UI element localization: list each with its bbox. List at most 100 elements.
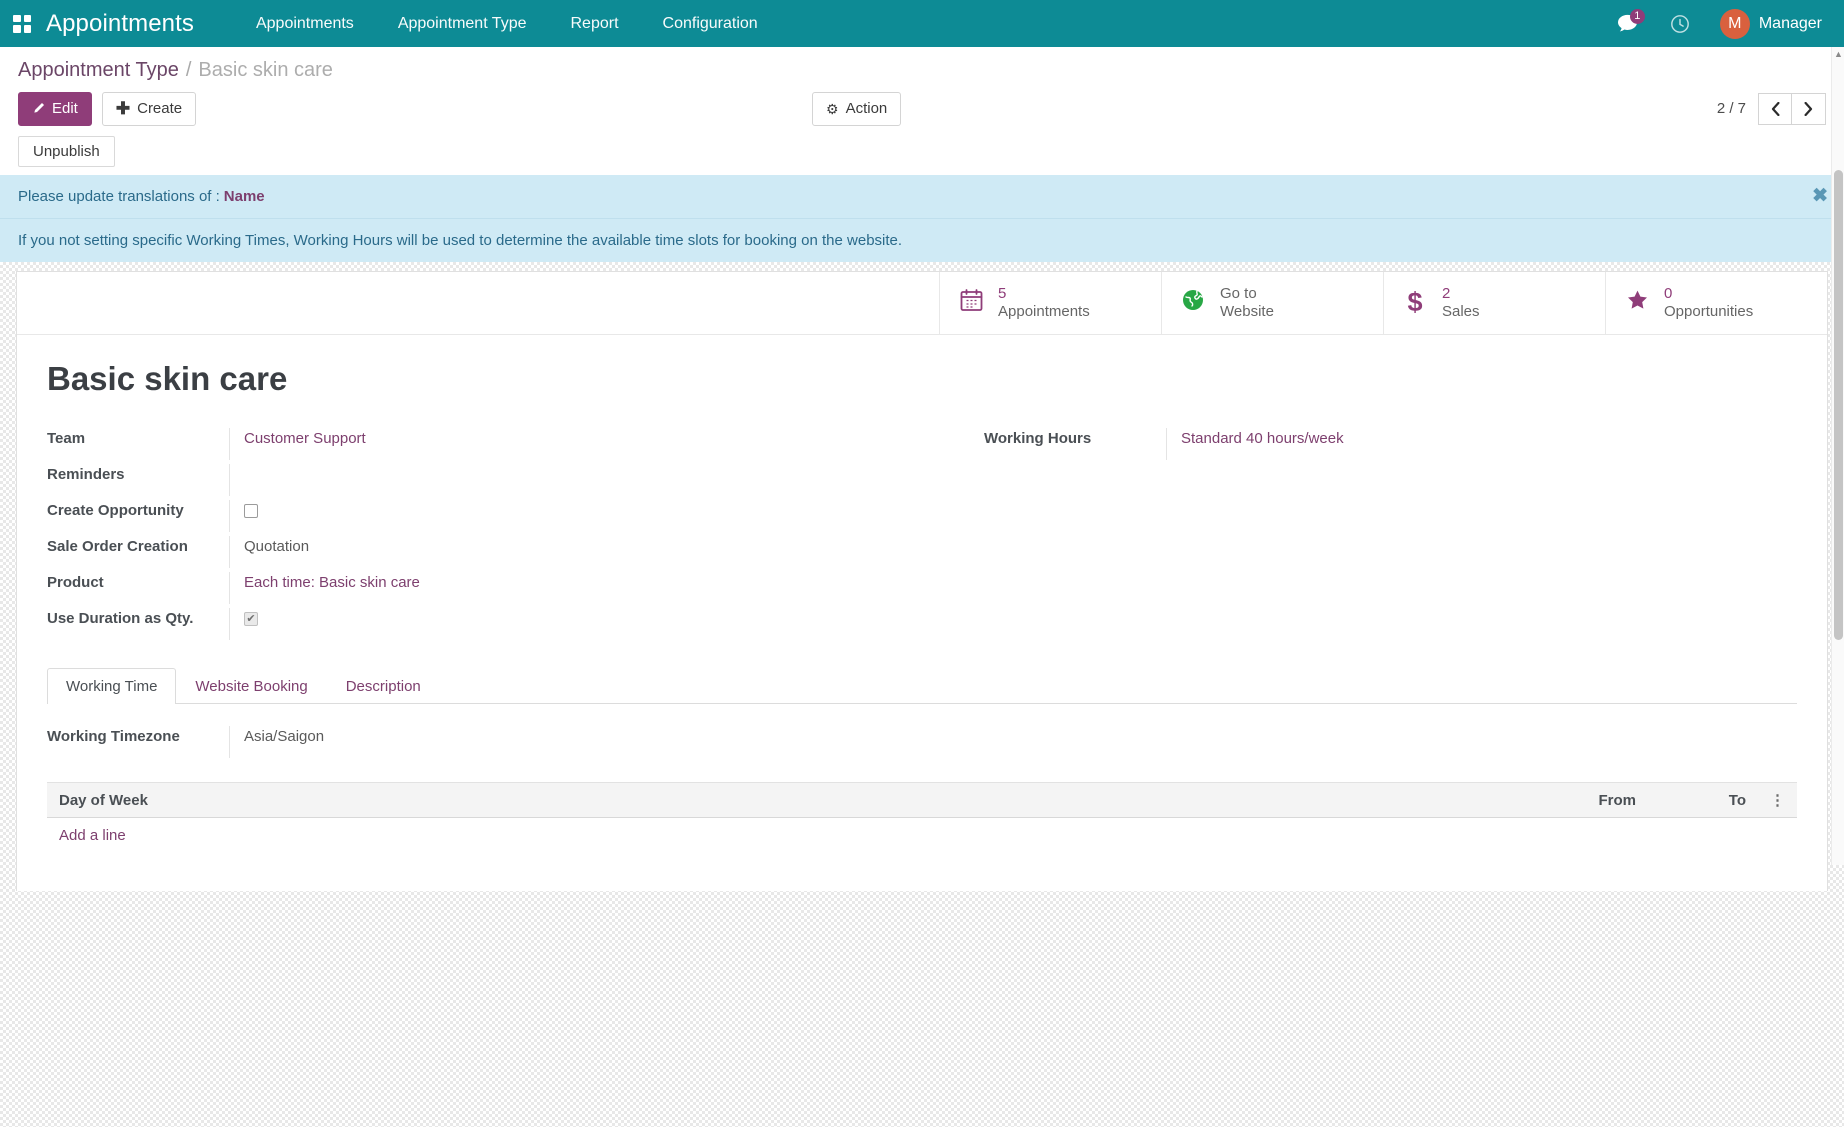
stat-button-go-to-website[interactable]: Go to Website [1161,272,1383,335]
chevron-left-icon [1771,102,1780,116]
field-value-working-hours[interactable]: Standard 40 hours/week [1166,428,1797,460]
breadcrumb-parent-link[interactable]: Appointment Type [18,59,179,82]
top-navbar: Appointments Appointments Appointment Ty… [0,0,1844,47]
apps-grid-icon[interactable] [10,12,34,36]
stat-button-opportunities-text: 0 Opportunities [1664,285,1753,322]
field-label: Working Timezone [47,726,229,745]
user-name-label: Manager [1759,15,1822,33]
globe-icon [1178,288,1208,317]
field-value-use-duration-as-qty: ✔ [229,608,922,640]
add-line-row: Add a line [47,818,1797,854]
working-hours-alert-text: If you not setting specific Working Time… [18,232,902,249]
stat-value: 0 [1664,285,1753,303]
create-opportunity-checkbox[interactable] [244,504,258,518]
stat-button-opportunities[interactable]: 0 Opportunities [1605,272,1827,335]
action-menu-wrapper: ⚙ Action [812,92,901,126]
main-menu: Appointments Appointment Type Report Con… [234,0,780,47]
edit-button-label: Edit [52,99,78,119]
field-value-product[interactable]: Each time: Basic skin care [229,572,922,604]
scroll-up-arrow[interactable]: ▲ [1834,50,1843,59]
user-menu[interactable]: M Manager [1706,0,1826,47]
working-time-table-body: Add a line [47,818,1797,854]
form-column-right: Working Hours Standard 40 hours/week [922,428,1797,644]
create-button-label: Create [137,99,182,119]
add-a-line-link[interactable]: Add a line [59,827,126,844]
working-time-table: Day of Week From To ⋮ Add a line [47,782,1797,853]
tab-description[interactable]: Description [327,668,440,704]
field-use-duration-as-qty: Use Duration as Qty. ✔ [47,608,922,644]
menu-item-appointment-type[interactable]: Appointment Type [376,0,549,47]
unpublish-button[interactable]: Unpublish [18,136,115,167]
vertical-dots-icon[interactable]: ⋮ [1758,783,1797,818]
notebook-tabs: Working Time Website Booking Description [47,668,1797,704]
tab-pane-working-time: Working Timezone Asia/Saigon Day of Week… [47,704,1797,853]
create-button[interactable]: ✚ Create [102,92,196,126]
form-columns: Team Customer Support Reminders Create O… [47,428,1797,644]
field-working-hours: Working Hours Standard 40 hours/week [984,428,1797,464]
page-scrollbar[interactable]: ▲ [1831,47,1844,865]
field-value-team[interactable]: Customer Support [229,428,922,460]
column-header-from: From [1538,783,1648,818]
field-value-sale-order-creation[interactable]: Quotation [229,536,922,568]
column-header-day-of-week: Day of Week [47,783,1538,818]
apps-grid-square [13,15,21,23]
tab-working-time[interactable]: Working Time [47,668,176,704]
action-button-label: Action [846,99,888,119]
dollar-icon: $ [1400,289,1430,316]
use-duration-as-qty-checkbox[interactable]: ✔ [244,612,258,626]
field-sale-order-creation: Sale Order Creation Quotation [47,536,922,572]
tab-website-booking[interactable]: Website Booking [176,668,326,704]
stat-button-sales-text: 2 Sales [1442,285,1480,322]
field-label: Product [47,572,229,591]
field-label: Sale Order Creation [47,536,229,555]
pager: 2 / 7 [1717,93,1826,125]
form-sheet-background: 5 Appointments Go to Website $ [0,262,1844,1127]
menu-item-appointments[interactable]: Appointments [234,0,376,47]
star-icon [1622,288,1652,317]
plus-icon: ✚ [116,100,130,117]
translation-alert: Please update translations of : Name ✖ [0,175,1844,218]
translation-alert-link[interactable]: Name [224,188,265,205]
breadcrumb-current: Basic skin care [198,59,333,82]
stat-label: Sales [1442,303,1480,321]
messaging-menu-button[interactable]: 1 [1602,0,1654,47]
stat-value: 5 [998,285,1090,303]
pager-next-button[interactable] [1792,93,1826,125]
breadcrumb-separator: / [186,59,192,82]
field-value-create-opportunity [229,500,922,532]
action-button[interactable]: ⚙ Action [812,92,901,126]
working-time-table-head: Day of Week From To ⋮ [47,783,1797,818]
field-reminders: Reminders [47,464,922,500]
scrollbar-thumb[interactable] [1834,170,1843,640]
field-label: Working Hours [984,428,1166,447]
close-icon[interactable]: ✖ [1812,187,1828,206]
stat-button-appointments[interactable]: 5 Appointments [939,272,1161,335]
form-column-left: Team Customer Support Reminders Create O… [47,428,922,644]
pencil-icon [32,102,45,115]
pager-previous-button[interactable] [1758,93,1792,125]
apps-grid-square [13,25,21,33]
breadcrumb: Appointment Type / Basic skin care [0,47,1844,88]
stat-button-go-to-website-text: Go to Website [1220,285,1274,322]
form-sheet: 5 Appointments Go to Website $ [16,271,1828,891]
field-value-working-timezone[interactable]: Asia/Saigon [229,726,1797,758]
field-label: Use Duration as Qty. [47,608,229,627]
field-team: Team Customer Support [47,428,922,464]
app-brand-title[interactable]: Appointments [40,10,194,38]
working-hours-alert: If you not setting specific Working Time… [0,218,1844,262]
field-product: Product Each time: Basic skin care [47,572,922,608]
stat-button-sales[interactable]: $ 2 Sales [1383,272,1605,335]
menu-item-configuration[interactable]: Configuration [641,0,780,47]
field-value-reminders[interactable] [229,464,922,496]
pager-counter: 2 / 7 [1717,100,1746,117]
page-title: Basic skin care [47,360,1797,398]
stat-button-box: 5 Appointments Go to Website $ [17,272,1827,336]
form-body: Basic skin care Team Customer Support Re… [17,335,1827,853]
activity-menu-button[interactable] [1654,0,1706,47]
stat-label: Website [1220,303,1274,321]
menu-item-report[interactable]: Report [549,0,641,47]
edit-button[interactable]: Edit [18,92,92,126]
stat-value: 2 [1442,285,1480,303]
control-panel: Edit ✚ Create ⚙ Action 2 / 7 [0,88,1844,136]
apps-grid-square [24,15,32,23]
